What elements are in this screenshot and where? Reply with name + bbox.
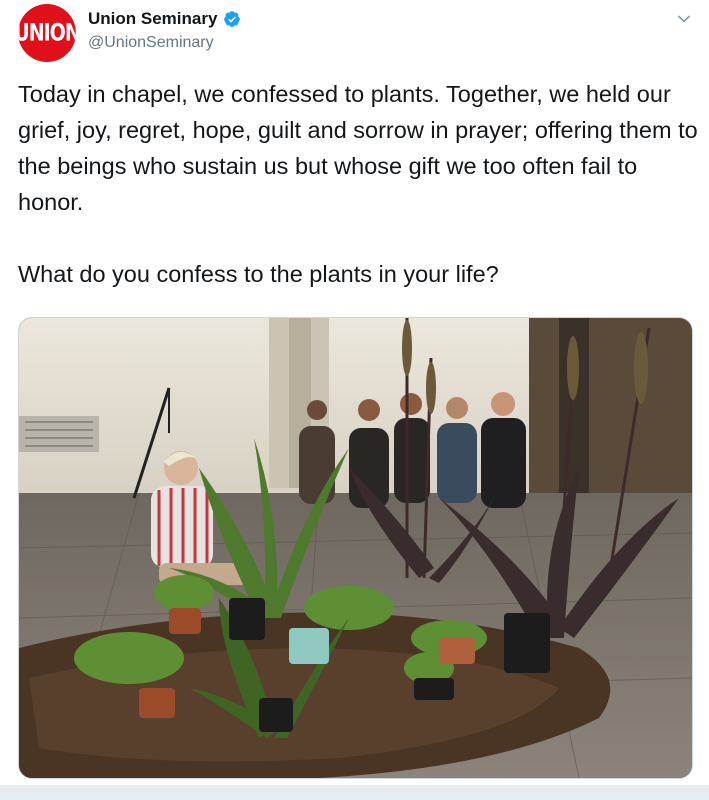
chevron-down-icon[interactable]: [677, 12, 691, 26]
author-name-row: Union Seminary: [88, 9, 241, 29]
verified-badge-icon: [224, 11, 241, 27]
bottom-divider: [0, 785, 709, 800]
display-name[interactable]: Union Seminary: [88, 9, 217, 29]
tweet-text: Today in chapel, we confessed to plants.…: [18, 81, 698, 287]
tweet-photo[interactable]: [18, 317, 693, 779]
tweet-card: UNION Union Seminary @UnionSeminary Toda…: [0, 0, 709, 800]
handle[interactable]: @UnionSeminary: [88, 34, 214, 52]
avatar-logo: UNION: [18, 19, 76, 47]
avatar[interactable]: UNION: [18, 4, 76, 62]
chapel-plants-photo: [19, 318, 692, 778]
